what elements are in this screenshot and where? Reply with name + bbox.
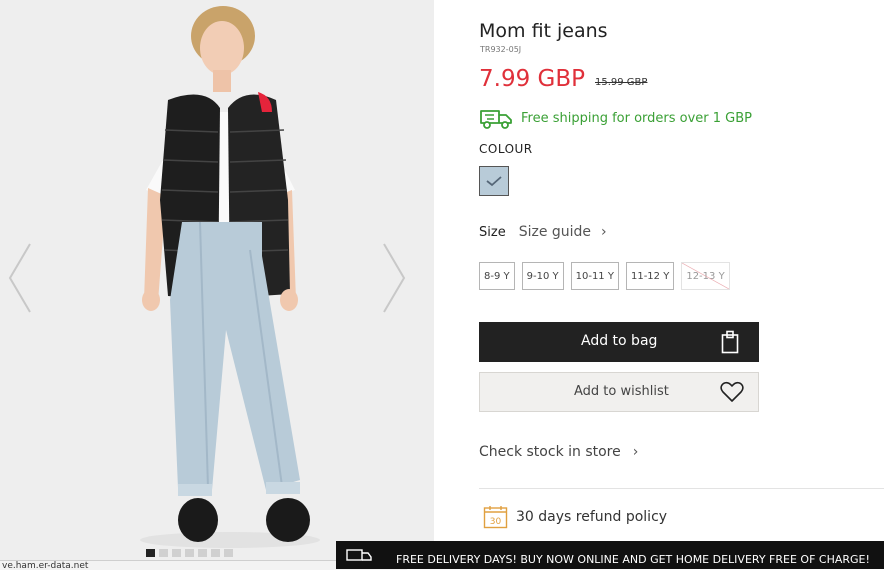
gallery-dot[interactable] [198,549,207,557]
gallery-dot[interactable] [224,549,233,557]
add-to-bag-label: Add to bag [581,333,658,349]
size-guide-link[interactable]: Size guide [519,224,591,240]
size-option-button[interactable]: 8-9 Y [479,262,515,290]
size-option-button[interactable]: 9-10 Y [521,262,564,290]
size-option-button[interactable]: 10-11 Y [570,262,619,290]
free-shipping-notice: Free shipping for orders over 1 GBP [479,106,752,130]
product-gallery [0,0,434,569]
product-info-panel: Mom fit jeans TR932-05J 7.99 GBP 15.99 G… [479,0,884,569]
size-option-button: 12-13 Y [681,262,730,290]
refund-policy-text: 30 days refund policy [516,509,668,525]
product-sku: TR932-05J [480,45,522,54]
old-price: 15.99 GBP [595,77,648,88]
chevron-right-icon: › [632,444,639,460]
checkmark-icon [486,176,502,187]
gallery-dot[interactable] [159,549,168,557]
gallery-dot[interactable] [211,549,220,557]
chevron-right-icon[interactable]: › [601,224,607,240]
heart-icon [720,381,744,402]
gallery-dot[interactable] [185,549,194,557]
check-stock-label: Check stock in store [479,444,621,460]
size-header: Size Size guide › [479,224,607,240]
colour-swatch-selected[interactable] [479,166,509,196]
free-shipping-text: Free shipping for orders over 1 GBP [521,110,753,126]
size-option-button[interactable]: 11-12 Y [625,262,675,290]
promo-text: FREE DELIVERY DAYS! BUY NOW ONLINE AND G… [396,553,870,566]
refund-policy: 30 30 days refund policy [483,505,667,529]
gallery-dot[interactable] [172,549,181,557]
size-options: 8-9 Y 9-10 Y 10-11 Y 11-12 Y 12-13 Y [479,262,730,290]
size-label: Size [479,224,506,240]
add-to-bag-button[interactable]: Add to bag [479,322,759,362]
product-photo [0,0,434,560]
promo-banner[interactable]: FREE DELIVERY DAYS! BUY NOW ONLINE AND G… [336,541,884,569]
next-image-arrow-icon[interactable] [382,242,406,314]
shopping-bag-icon [721,330,739,354]
current-price: 7.99 GBP [479,66,585,92]
check-stock-in-store-link[interactable]: Check stock in store › [479,444,638,460]
delivery-truck-icon [480,110,512,129]
gallery-pagination [146,549,233,557]
delivery-truck-icon [346,549,372,561]
gallery-dot[interactable] [146,549,155,557]
colour-label: COLOUR [479,142,533,156]
divider [479,488,884,489]
product-title: Mom fit jeans [479,20,608,42]
calendar-icon: 30 [483,506,508,529]
add-to-wishlist-button[interactable]: Add to wishlist [479,372,759,412]
add-to-wishlist-label: Add to wishlist [574,384,669,399]
svg-text:30: 30 [490,517,502,527]
previous-image-arrow-icon[interactable] [8,242,32,314]
